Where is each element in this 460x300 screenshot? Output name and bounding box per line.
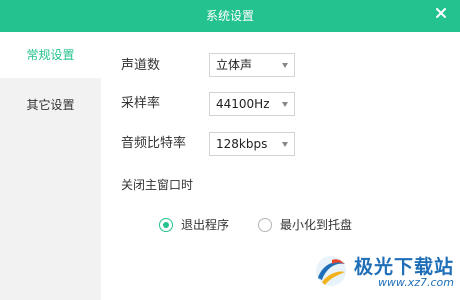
watermark: 极光下载站 www.xz7.com [312, 252, 454, 294]
channels-value: 立体声 [216, 58, 253, 72]
close-icon[interactable] [432, 4, 450, 22]
channels-select[interactable]: 立体声 [209, 53, 295, 77]
radio-minimize-label: 最小化到托盘 [280, 218, 353, 232]
watermark-brand: 极光下载站 [353, 255, 454, 278]
radio-exit-label: 退出程序 [181, 218, 230, 232]
chevron-down-icon [282, 63, 288, 68]
sample-rate-value: 44100Hz [216, 97, 270, 111]
on-close-label: 关闭主窗口时 [121, 178, 194, 192]
aurora-logo-icon [312, 252, 350, 294]
sample-rate-label: 采样率 [121, 96, 161, 111]
radio-button-unchecked[interactable] [258, 217, 272, 232]
radio-button-checked[interactable] [159, 217, 173, 232]
bitrate-label: 音频比特率 [121, 136, 187, 151]
window-title: 系统设置 [205, 9, 254, 23]
watermark-url: www.xz7.com [377, 276, 454, 290]
sidebar-item-general[interactable]: 常规设置 [0, 32, 101, 78]
chevron-down-icon [282, 142, 288, 147]
settings-sidebar: 常规设置 其它设置 [0, 32, 101, 300]
radio-minimize-tray[interactable]: 最小化到托盘 [258, 216, 352, 233]
title-bar: 系统设置 [0, 0, 460, 32]
channels-label: 声道数 [121, 58, 161, 73]
bitrate-select[interactable]: 128kbps [209, 132, 295, 156]
radio-exit-program[interactable]: 退出程序 [159, 216, 229, 233]
sample-rate-select[interactable]: 44100Hz [209, 92, 295, 116]
chevron-down-icon [282, 102, 288, 107]
sidebar-item-other[interactable]: 其它设置 [0, 82, 101, 128]
bitrate-value: 128kbps [216, 137, 268, 151]
